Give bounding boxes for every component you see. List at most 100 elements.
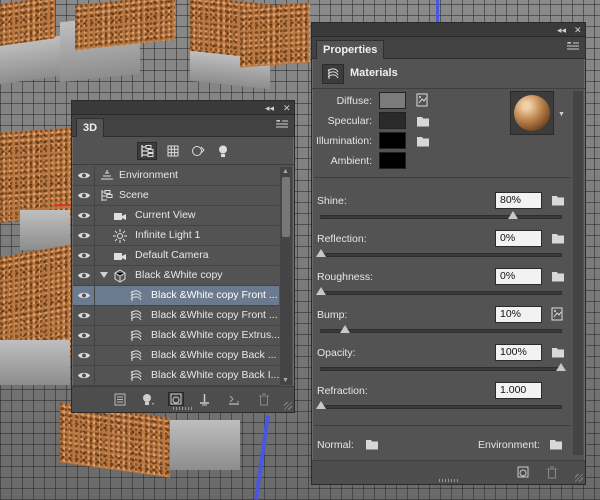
letter-extrusion (20, 210, 70, 250)
scene-filter-icon[interactable] (137, 142, 157, 160)
material-filter-icon[interactable] (188, 142, 208, 160)
layers-scrollbar[interactable]: ▲ ▼ (280, 167, 292, 385)
property-slider[interactable] (320, 325, 562, 333)
bump-texture-icon[interactable] (550, 307, 566, 321)
visibility-eye-icon[interactable] (73, 186, 95, 205)
panel-menu-icon[interactable] (276, 120, 288, 131)
visibility-eye-icon[interactable] (73, 266, 95, 285)
property-slider[interactable] (316, 249, 562, 257)
layer-row[interactable]: Black &White copy Back I... (73, 366, 279, 386)
slider-knob[interactable] (508, 211, 518, 219)
panel-menu-icon[interactable] (567, 42, 579, 53)
resize-handle[interactable] (284, 402, 292, 410)
collapse-icon[interactable]: ◂◂ (557, 24, 566, 36)
slider-knob[interactable] (556, 363, 566, 371)
illumination-swatch[interactable] (379, 132, 406, 149)
panel-titlebar[interactable]: ◂◂ ✕ (312, 23, 585, 37)
letter-face (75, 0, 175, 51)
layer-row[interactable]: Black &White copy Back ... (73, 346, 279, 366)
visibility-eye-icon[interactable] (73, 306, 95, 325)
specular-swatch[interactable] (379, 112, 406, 129)
visibility-eye-icon[interactable] (73, 206, 95, 225)
close-icon[interactable]: ✕ (574, 24, 582, 36)
texture-folder-icon[interactable] (550, 193, 566, 207)
layer-row[interactable]: Black &White copy (73, 266, 279, 286)
materials-title: Materials (350, 67, 398, 79)
render-icon[interactable] (112, 392, 128, 406)
property-slider[interactable] (320, 211, 562, 219)
visibility-eye-icon[interactable] (73, 366, 95, 385)
specular-folder-icon[interactable] (415, 114, 431, 128)
texture-folder-icon[interactable] (550, 345, 566, 359)
visibility-eye-icon[interactable] (73, 286, 95, 305)
panel-grip[interactable] (173, 407, 193, 410)
slider-knob[interactable] (316, 401, 326, 409)
texture-folder-icon[interactable] (550, 269, 566, 283)
visibility-eye-icon[interactable] (73, 226, 95, 245)
material-drop-icon[interactable] (168, 392, 184, 406)
material-picker-arrow-icon[interactable]: ▼ (558, 111, 565, 118)
collapse-icon[interactable]: ◂◂ (265, 102, 274, 114)
visibility-eye-icon[interactable] (73, 346, 95, 365)
slider-knob[interactable] (316, 287, 326, 295)
close-icon[interactable]: ✕ (283, 102, 291, 114)
layer-row[interactable]: Current View (73, 206, 279, 226)
layer-row[interactable]: Default Camera (73, 246, 279, 266)
normal-folder-icon[interactable] (364, 437, 380, 451)
layer-row[interactable]: Black &White copy Front ... (73, 286, 279, 306)
property-value-field[interactable]: 80% (495, 192, 542, 209)
layer-row[interactable]: Infinite Light 1 (73, 226, 279, 246)
scroll-down-icon[interactable]: ▼ (282, 377, 289, 384)
tab-properties[interactable]: Properties (316, 40, 385, 59)
property-slider[interactable] (320, 363, 566, 371)
expand-triangle-icon[interactable] (100, 272, 108, 278)
property-value-field[interactable]: 1.000 (495, 382, 542, 399)
move-to-ground-icon[interactable] (226, 392, 242, 406)
visibility-eye-icon[interactable] (73, 246, 95, 265)
properties-scrollbar[interactable] (573, 91, 583, 455)
environment-icon (100, 169, 114, 182)
ambient-swatch[interactable] (379, 152, 406, 169)
scroll-thumb[interactable] (282, 177, 290, 237)
light-filter-icon[interactable] (213, 142, 233, 160)
layer-row[interactable]: Environment (73, 166, 279, 186)
delete-icon[interactable] (256, 392, 272, 406)
property-slider[interactable] (316, 287, 562, 295)
layer-row[interactable]: Black &White copy Front ... (73, 306, 279, 326)
scroll-up-icon[interactable]: ▲ (282, 168, 289, 175)
specular-label: Specular: (327, 115, 372, 127)
panel-grip[interactable] (438, 479, 459, 482)
property-value-field[interactable]: 100% (495, 344, 542, 361)
property-value-field[interactable]: 10% (495, 306, 542, 323)
illumination-folder-icon[interactable] (415, 134, 431, 148)
mesh-filter-icon[interactable] (163, 142, 183, 160)
property-value-field[interactable]: 0% (495, 268, 542, 285)
layer-row[interactable]: Black &White copy Extrus... (73, 326, 279, 346)
visibility-eye-icon[interactable] (73, 166, 95, 185)
x-axis-line (54, 204, 71, 206)
environment-folder-icon[interactable] (548, 437, 564, 451)
letter-face (60, 402, 170, 478)
slider-knob[interactable] (316, 249, 326, 257)
visibility-eye-icon[interactable] (73, 326, 95, 345)
3d-panel: ◂◂ ✕ 3D Environment Scene Current View Infi… (71, 100, 295, 413)
material-preview[interactable] (510, 91, 554, 135)
material-icon (129, 349, 143, 362)
ground-icon[interactable] (196, 392, 212, 406)
property-value-field[interactable]: 0% (495, 230, 542, 247)
resize-handle[interactable] (575, 474, 583, 482)
camera-icon (113, 209, 127, 222)
tab-3d[interactable]: 3D (76, 118, 105, 137)
texture-folder-icon[interactable] (550, 231, 566, 245)
material-drop-icon[interactable] (515, 465, 531, 479)
diffuse-texture-icon[interactable] (415, 93, 431, 107)
panel-titlebar[interactable]: ◂◂ ✕ (72, 101, 294, 115)
property-slider[interactable] (316, 401, 562, 409)
light-add-icon[interactable] (140, 392, 156, 406)
light-icon (113, 228, 127, 243)
diffuse-swatch[interactable] (379, 92, 406, 109)
layer-row[interactable]: Scene (73, 186, 279, 206)
slider-knob[interactable] (340, 325, 350, 333)
scene-icon (100, 189, 114, 202)
delete-icon[interactable] (544, 465, 560, 479)
